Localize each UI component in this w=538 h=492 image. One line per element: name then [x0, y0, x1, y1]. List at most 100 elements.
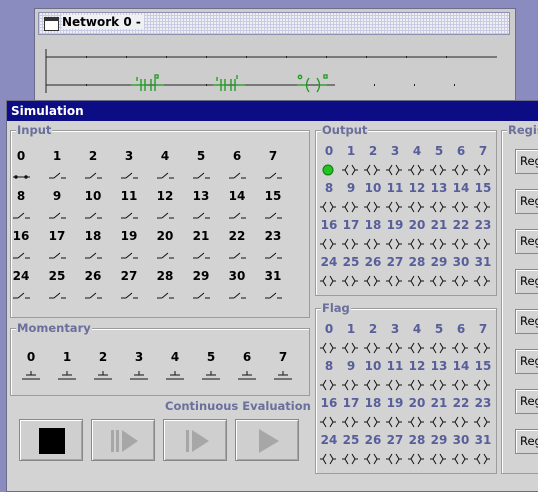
input-switch-4-icon[interactable]	[156, 170, 176, 182]
flag-label-22: 22	[452, 396, 470, 410]
output-coil-14-icon	[452, 201, 468, 213]
output-coil-31-icon	[474, 275, 490, 287]
flag-coil-5-icon	[430, 342, 446, 354]
flag-label-10: 10	[364, 359, 382, 373]
simulation-title-bar[interactable]: Simulation	[7, 101, 538, 121]
network-title-bar[interactable]: Network 0 -	[38, 12, 510, 35]
input-switch-29-icon[interactable]	[192, 290, 212, 302]
input-switch-19-icon[interactable]	[120, 250, 140, 262]
flag-label-16: 16	[320, 396, 338, 410]
momentary-button-1-icon[interactable]	[57, 370, 77, 382]
flag-coil-10-icon	[364, 379, 380, 391]
flag-coil-20-icon	[408, 416, 424, 428]
input-switch-28-icon[interactable]	[156, 290, 176, 302]
input-label-27: 27	[120, 269, 138, 283]
flag-coil-8-icon	[320, 379, 336, 391]
register-button-0[interactable]: Reg	[515, 149, 538, 174]
output-label-17: 17	[342, 218, 360, 232]
input-label-15: 15	[264, 189, 282, 203]
output-coil-4-icon	[408, 164, 424, 176]
momentary-label-6: 6	[242, 350, 252, 364]
input-switch-17-icon[interactable]	[48, 250, 68, 262]
flag-label-25: 25	[342, 433, 360, 447]
input-switch-5-icon[interactable]	[192, 170, 212, 182]
input-label-26: 26	[84, 269, 102, 283]
step-run-button[interactable]	[91, 419, 155, 461]
input-switch-2-icon[interactable]	[84, 170, 104, 182]
register-panel-title: Regis	[507, 123, 538, 137]
input-switch-24-icon[interactable]	[12, 290, 32, 302]
input-switch-8-icon[interactable]	[12, 210, 32, 222]
input-label-12: 12	[156, 189, 174, 203]
momentary-button-2-icon[interactable]	[93, 370, 113, 382]
output-label-5: 5	[434, 144, 444, 158]
input-switch-30-icon[interactable]	[228, 290, 248, 302]
input-switch-26-icon[interactable]	[84, 290, 104, 302]
stop-button[interactable]	[19, 419, 83, 461]
register-button-7[interactable]: Reg	[515, 429, 538, 454]
output-label-30: 30	[452, 255, 470, 269]
input-switch-0-icon[interactable]	[12, 170, 32, 182]
input-switch-22-icon[interactable]	[228, 250, 248, 262]
momentary-button-0-icon[interactable]	[21, 370, 41, 382]
register-button-1[interactable]: Reg	[515, 189, 538, 214]
output-label-29: 29	[430, 255, 448, 269]
input-label-1: 1	[52, 149, 62, 163]
input-label-19: 19	[120, 229, 138, 243]
output-coil-15-icon	[474, 201, 490, 213]
momentary-label-2: 2	[98, 350, 108, 364]
output-coil-1-icon	[342, 164, 358, 176]
run-icon	[259, 429, 279, 453]
input-switch-21-icon[interactable]	[192, 250, 212, 262]
output-panel-title: Output	[321, 123, 369, 137]
input-switch-9-icon[interactable]	[48, 210, 68, 222]
input-switch-14-icon[interactable]	[228, 210, 248, 222]
momentary-label-5: 5	[206, 350, 216, 364]
register-button-3[interactable]: Reg	[515, 269, 538, 294]
register-button-4[interactable]: Reg	[515, 309, 538, 334]
input-switch-27-icon[interactable]	[120, 290, 140, 302]
step-button[interactable]	[163, 419, 227, 461]
input-label-24: 24	[12, 269, 30, 283]
momentary-button-5-icon[interactable]	[201, 370, 221, 382]
input-switch-16-icon[interactable]	[12, 250, 32, 262]
input-switch-15-icon[interactable]	[264, 210, 284, 222]
input-switch-3-icon[interactable]	[120, 170, 140, 182]
flag-coil-26-icon	[364, 453, 380, 465]
flag-coil-27-icon	[386, 453, 402, 465]
input-switch-11-icon[interactable]	[120, 210, 140, 222]
input-label-28: 28	[156, 269, 174, 283]
output-coil-9-icon	[342, 201, 358, 213]
input-switch-18-icon[interactable]	[84, 250, 104, 262]
flag-coil-3-icon	[386, 342, 402, 354]
flag-label-11: 11	[386, 359, 404, 373]
input-panel: Input 0 1 2 3 4 5 6 7 8 9 10 11 12 13 14 15 16 17 18 19 20 21…	[10, 123, 310, 318]
input-switch-6-icon[interactable]	[228, 170, 248, 182]
momentary-button-4-icon[interactable]	[165, 370, 185, 382]
input-switch-23-icon[interactable]	[264, 250, 284, 262]
momentary-button-6-icon[interactable]	[237, 370, 257, 382]
run-button[interactable]	[235, 419, 299, 461]
input-label-3: 3	[124, 149, 134, 163]
input-switch-12-icon[interactable]	[156, 210, 176, 222]
momentary-button-7-icon[interactable]	[273, 370, 293, 382]
input-switch-10-icon[interactable]	[84, 210, 104, 222]
input-switch-13-icon[interactable]	[192, 210, 212, 222]
output-coil-11-icon	[386, 201, 402, 213]
input-switch-1-icon[interactable]	[48, 170, 68, 182]
flag-label-23: 23	[474, 396, 492, 410]
momentary-button-3-icon[interactable]	[129, 370, 149, 382]
register-button-2[interactable]: Reg	[515, 229, 538, 254]
input-switch-20-icon[interactable]	[156, 250, 176, 262]
output-coil-8-icon	[320, 201, 336, 213]
output-label-23: 23	[474, 218, 492, 232]
register-button-5[interactable]: Reg	[515, 349, 538, 374]
flag-coil-7-icon	[474, 342, 490, 354]
ladder-diagram[interactable]	[35, 39, 515, 109]
register-button-6[interactable]: Reg	[515, 389, 538, 414]
flag-coil-31-icon	[474, 453, 490, 465]
input-switch-7-icon[interactable]	[264, 170, 284, 182]
input-switch-31-icon[interactable]	[264, 290, 284, 302]
input-switch-25-icon[interactable]	[48, 290, 68, 302]
output-coil-28-icon	[408, 275, 424, 287]
